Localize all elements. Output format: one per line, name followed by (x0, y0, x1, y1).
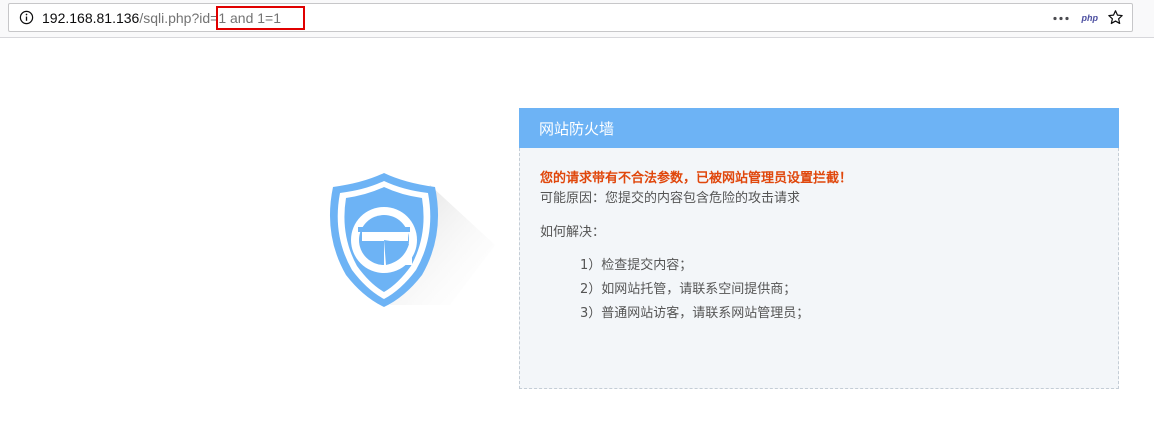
url-path: /sqli.php?id= (139, 10, 219, 26)
firewall-panel: 网站防火墙 您的请求带有不合法参数，已被网站管理员设置拦截！ 可能原因：您提交的… (519, 108, 1119, 389)
solution-steps: 1）检查提交内容； 2）如网站托管，请联系空间提供商； 3）普通网站访客，请联系… (540, 256, 1098, 324)
url-param-highlighted: 1 and 1=1 (216, 6, 306, 30)
how-to-solve-heading: 如何解决： (540, 225, 606, 240)
list-item: 2）如网站托管，请联系空间提供商； (580, 282, 797, 297)
browser-toolbar: 192.168.81.136/sqli.php?id=1 and 1=1 php (0, 0, 1154, 38)
list-item: 1）检查提交内容； (580, 258, 693, 273)
more-dots-icon[interactable] (1053, 16, 1069, 21)
reason-text: 可能原因：您提交的内容包含危险的攻击请求 (540, 191, 801, 206)
info-icon[interactable] (19, 10, 34, 25)
url-text[interactable]: 192.168.81.136/sqli.php?id=1 and 1=1 (42, 6, 306, 30)
url-host: 192.168.81.136 (42, 10, 140, 26)
panel-title: 网站防火墙 (519, 108, 1119, 148)
list-item: 3）普通网站访客，请联系网站管理员； (580, 306, 810, 321)
php-extension-icon[interactable]: php (1082, 11, 1099, 25)
shield-logo-icon (329, 173, 495, 307)
warning-message: 您的请求带有不合法参数，已被网站管理员设置拦截！ (540, 171, 853, 186)
address-bar[interactable]: 192.168.81.136/sqli.php?id=1 and 1=1 php (8, 3, 1133, 32)
panel-body: 您的请求带有不合法参数，已被网站管理员设置拦截！ 可能原因：您提交的内容包含危险… (519, 148, 1119, 389)
bookmark-star-icon[interactable] (1107, 9, 1124, 26)
